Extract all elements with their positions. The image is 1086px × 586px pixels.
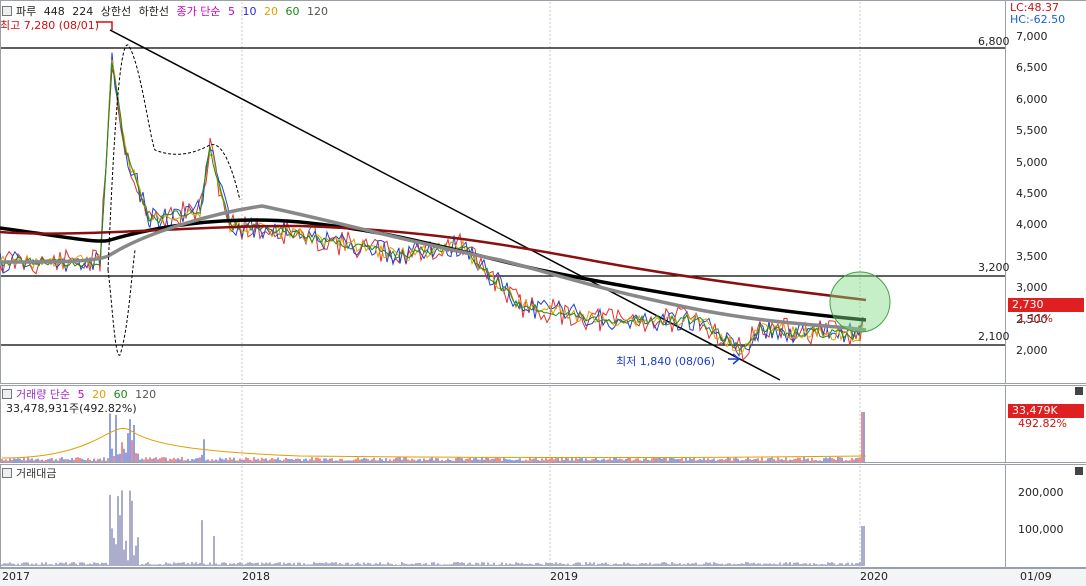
trend-line (109, 29, 781, 381)
price-tick: 3,000 (1016, 281, 1048, 295)
current-price-change: 1.11% (1018, 312, 1053, 325)
price-tick: 7,000 (1016, 30, 1048, 43)
level-label: 3,200 (978, 261, 1010, 274)
ma-period: 120 (306, 5, 328, 18)
price-tick: 2,000 (1016, 344, 1048, 357)
ma-period: 10 (242, 5, 257, 18)
volume-box: 33,479K (1008, 404, 1084, 418)
price-tick: 4,500 (1016, 187, 1048, 200)
volume-close-icon[interactable] (1075, 387, 1083, 395)
volume-value: 33,478,931주(492.82%) (6, 402, 137, 415)
high-annotation: 최고 7,280 (08/01) (0, 19, 100, 32)
x-label: 01/09 (1020, 570, 1052, 583)
ma-period: 60 (285, 5, 300, 18)
volume-pct: 492.82% (1018, 417, 1067, 430)
current-price-box: 2,730 (1008, 298, 1084, 312)
x-label: 2020 (860, 570, 888, 583)
hc-indicator: HC:-62.50 (1010, 13, 1066, 26)
pane-menu-icon[interactable] (2, 389, 12, 399)
ma-period: 20 (263, 5, 278, 18)
amount-tick: 200,000 (1018, 486, 1064, 499)
x-label: 2017 (2, 570, 30, 583)
price-tick: 4,000 (1016, 218, 1048, 232)
ma-long-darkred (0, 224, 867, 302)
amount-title: 거래대금 (16, 467, 57, 480)
price-tick: 5,000 (1016, 155, 1048, 169)
amount-header: 거래대금 (2, 465, 60, 481)
pane-menu-icon[interactable] (2, 6, 12, 16)
ma-120-line (0, 204, 867, 332)
price-candles-down (0, 52, 864, 358)
level-label: 2,100 (978, 330, 1010, 343)
price-tick: 3,500 (1016, 249, 1048, 263)
chart-canvas (0, 2, 1005, 568)
level-label: 6,800 (978, 35, 1010, 48)
volume-ma-period: 120 (135, 388, 157, 401)
x-label: 2019 (550, 570, 578, 583)
bollinger-lower (107, 249, 136, 356)
price-tick: 6,500 (1016, 61, 1048, 75)
amount-tick: 100,000 (1018, 523, 1064, 536)
header-field: 하한선 (138, 5, 169, 18)
pane-menu-icon[interactable] (2, 468, 12, 478)
highlight-circle (829, 271, 891, 333)
price-tick: 6,000 (1016, 92, 1048, 106)
x-label: 2018 (242, 570, 270, 583)
low-annotation: 최저 1,840 (08/06) (616, 355, 716, 368)
ma-60-line (0, 62, 864, 351)
amount-close-icon[interactable] (1075, 467, 1083, 475)
ma-20-line (0, 59, 864, 356)
ma-period: 5 (227, 5, 235, 18)
ma-label: 종가 단순 (176, 5, 221, 18)
price-tick: 5,500 (1016, 124, 1048, 138)
header-field: 상한선 (100, 5, 132, 18)
